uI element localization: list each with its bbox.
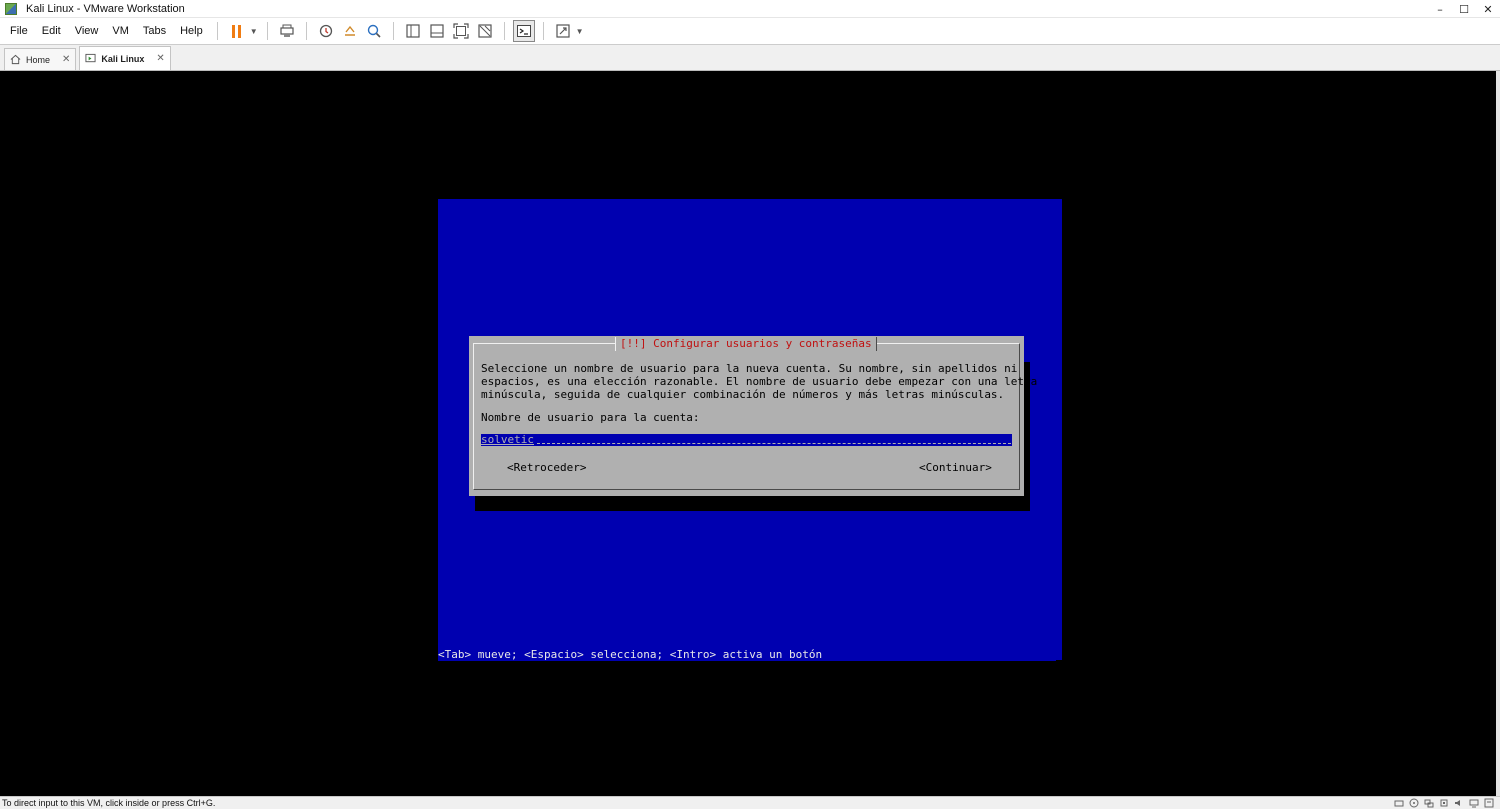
- input-fill-line: [537, 443, 1011, 444]
- unity-icon[interactable]: [474, 20, 496, 42]
- pause-dropdown-icon[interactable]: ▼: [250, 27, 258, 36]
- menu-file[interactable]: File: [0, 18, 35, 45]
- username-value: solvetic: [481, 433, 534, 446]
- maximize-button[interactable]: ☐: [1452, 0, 1476, 18]
- tab-home[interactable]: Home ✕: [4, 48, 77, 70]
- tab-home-label: Home: [26, 54, 51, 65]
- tab-kali-linux-close-icon[interactable]: ✕: [156, 53, 164, 64]
- snapshot-revert-icon[interactable]: [339, 20, 361, 42]
- window-title: Kali Linux - VMware Workstation: [26, 2, 185, 15]
- dialog-title: [!!] Configurar usuarios y contraseñas: [615, 337, 877, 351]
- menu-vm[interactable]: VM: [105, 18, 136, 45]
- pause-icon[interactable]: [226, 20, 248, 42]
- tab-kali-linux-label: Kali Linux: [101, 53, 145, 64]
- network-icon[interactable]: [1423, 798, 1434, 808]
- message-icon[interactable]: [1483, 798, 1494, 808]
- scrollbar[interactable]: [1496, 71, 1500, 796]
- toolbar-separator: [392, 22, 394, 40]
- close-button[interactable]: ✕: [1476, 0, 1500, 18]
- status-message: To direct input to this VM, click inside…: [2, 798, 216, 808]
- back-button[interactable]: <Retroceder>: [507, 461, 586, 474]
- window-titlebar: Kali Linux - VMware Workstation – ☐ ✕: [0, 0, 1500, 18]
- hard-disk-icon[interactable]: [1393, 798, 1404, 808]
- snapshot-manager-icon[interactable]: [363, 20, 385, 42]
- thumbnail-view-icon[interactable]: [426, 20, 448, 42]
- console-view-icon[interactable]: [512, 20, 535, 42]
- cd-icon[interactable]: [1408, 798, 1419, 808]
- menu-help[interactable]: Help: [173, 18, 210, 45]
- vmware-app-icon: [5, 2, 17, 15]
- library-view-icon[interactable]: [402, 20, 424, 42]
- keyboard-hint: <Tab> mueve; <Espacio> selecciona; <Intr…: [438, 649, 1056, 661]
- fullscreen-icon[interactable]: [450, 20, 472, 42]
- vm-console[interactable]: [!!] Configurar usuarios y contraseñas S…: [0, 71, 1496, 796]
- menu-toolbar: File Edit View VM Tabs Help ▼ ▼: [0, 18, 1500, 45]
- installer-dialog: [!!] Configurar usuarios y contraseñas S…: [469, 336, 1037, 496]
- home-icon: [10, 54, 21, 65]
- status-bar: To direct input to this VM, click inside…: [0, 796, 1500, 809]
- username-label: Nombre de usuario para la cuenta:: [481, 411, 700, 424]
- continue-button[interactable]: <Continuar>: [919, 461, 992, 474]
- stretch-dropdown-icon[interactable]: ▼: [576, 27, 584, 36]
- tab-bar: Home ✕ Kali Linux ✕: [0, 45, 1500, 71]
- toolbar-separator: [266, 22, 268, 40]
- usb-icon[interactable]: [1438, 798, 1449, 808]
- installer-screen[interactable]: [!!] Configurar usuarios y contraseñas S…: [438, 199, 1062, 660]
- toolbar-separator: [542, 22, 544, 40]
- display-icon[interactable]: [1468, 798, 1479, 808]
- dialog-description: Seleccione un nombre de usuario para la …: [481, 362, 1038, 401]
- sound-icon[interactable]: [1453, 798, 1464, 808]
- username-input[interactable]: solvetic: [481, 433, 1012, 446]
- menu-tabs[interactable]: Tabs: [136, 18, 173, 45]
- menu-edit[interactable]: Edit: [35, 18, 68, 45]
- stretch-guest-icon[interactable]: [552, 20, 574, 42]
- menu-view[interactable]: View: [68, 18, 106, 45]
- vm-icon: [85, 53, 96, 64]
- tab-kali-linux[interactable]: Kali Linux ✕: [79, 46, 171, 70]
- minimize-button[interactable]: –: [1428, 0, 1452, 18]
- toolbar-separator: [503, 22, 505, 40]
- window-controls: – ☐ ✕: [1428, 0, 1500, 18]
- send-ctrl-alt-del-icon[interactable]: [276, 20, 298, 42]
- snapshot-take-icon[interactable]: [315, 20, 337, 42]
- device-icons: [1393, 798, 1494, 808]
- toolbar-separator: [305, 22, 307, 40]
- toolbar-separator: [216, 22, 218, 40]
- tab-home-close-icon[interactable]: ✕: [62, 54, 70, 65]
